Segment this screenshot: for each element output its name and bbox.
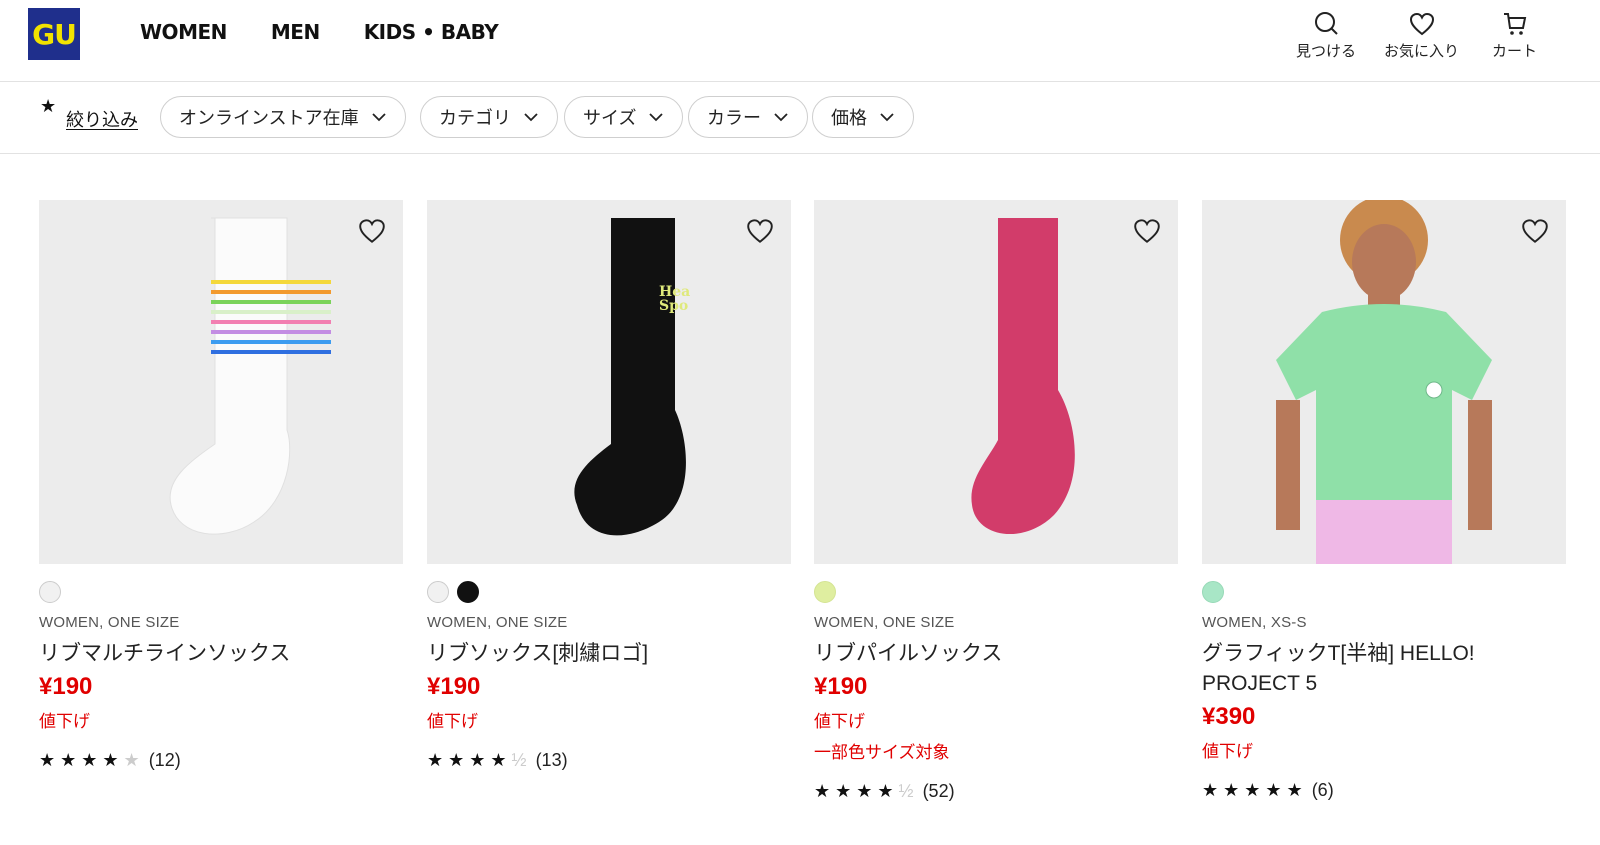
- product-meta: WOMEN, XS-S: [1202, 614, 1307, 631]
- heart-icon: [1409, 12, 1434, 36]
- star-rating-icon: ★★★★½: [427, 750, 532, 770]
- color-swatch[interactable]: [814, 581, 836, 603]
- review-count: (12): [148, 750, 181, 770]
- product-image[interactable]: Hea Spo: [427, 200, 791, 564]
- product-name[interactable]: グラフィックT[半袖] HELLO! PROJECT 5: [1202, 639, 1566, 699]
- product-rating: ★★★★★ (6): [1202, 780, 1566, 801]
- product-rating: ★★★★½ (13): [427, 750, 791, 771]
- chip-label: カテゴリ: [439, 108, 511, 128]
- filter-chip-color[interactable]: カラー: [688, 96, 808, 138]
- color-swatch[interactable]: [427, 581, 449, 603]
- chevron-down-icon: [774, 113, 788, 122]
- product-rating: ★★★★★ (12): [39, 750, 403, 771]
- chevron-down-icon: [524, 113, 538, 122]
- color-swatches: [427, 580, 791, 604]
- product-card[interactable]: Hea Spo WOMEN, ONE SIZE リブソックス[刺繍ロゴ] ¥19…: [427, 200, 791, 771]
- chevron-down-icon: [880, 113, 894, 122]
- star-rating-icon: ★★★★★: [39, 750, 145, 770]
- site-header: GU WOMEN MEN KIDS • BABY 見つける お気に入り カート: [0, 0, 1600, 82]
- search-button[interactable]: 見つける: [1296, 10, 1356, 61]
- favorite-heart-icon[interactable]: [357, 216, 387, 246]
- sock-image: Hea Spo: [574, 218, 690, 536]
- favorites-label: お気に入り: [1384, 43, 1460, 60]
- review-count: (13): [535, 750, 568, 770]
- color-swatches: [1202, 580, 1566, 604]
- product-price: ¥190: [427, 673, 481, 700]
- product-name[interactable]: リブソックス[刺繍ロゴ]: [427, 639, 791, 669]
- partial-sale-tag: 一部色サイズ対象: [814, 743, 950, 762]
- product-price: ¥190: [814, 673, 868, 700]
- product-image[interactable]: [39, 200, 403, 564]
- chip-label: 価格: [831, 108, 867, 128]
- color-swatch[interactable]: [39, 581, 61, 603]
- filter-chip-stock[interactable]: オンラインストア在庫: [160, 96, 406, 138]
- nav-men[interactable]: MEN: [271, 20, 320, 44]
- star-rating-icon: ★★★★½: [814, 781, 919, 801]
- nav-women[interactable]: WOMEN: [140, 20, 227, 44]
- svg-text:Spo: Spo: [659, 298, 688, 314]
- cart-icon: [1503, 13, 1526, 35]
- gu-logo[interactable]: GU: [28, 8, 80, 60]
- cart-label: カート: [1492, 43, 1538, 60]
- search-label: 見つける: [1296, 43, 1357, 60]
- favorite-heart-icon[interactable]: [1132, 216, 1162, 246]
- model-tshirt-image: [1276, 200, 1492, 564]
- color-swatch[interactable]: [1202, 581, 1224, 603]
- filter-link[interactable]: 絞り込み: [66, 106, 138, 132]
- product-card[interactable]: WOMEN, ONE SIZE リブマルチラインソックス ¥190 値下げ ★★…: [39, 200, 403, 771]
- chevron-down-icon: [649, 113, 664, 122]
- main-nav: WOMEN MEN KIDS • BABY: [140, 20, 542, 44]
- product-name[interactable]: リブマルチラインソックス: [39, 639, 403, 669]
- product-image[interactable]: [814, 200, 1178, 564]
- product-card[interactable]: WOMEN, XS-S グラフィックT[半袖] HELLO! PROJECT 5…: [1202, 200, 1566, 801]
- filter-bar: ★ 絞り込み オンラインストア在庫 カテゴリ サイズ カラー 価格: [0, 82, 1600, 154]
- favorites-button[interactable]: お気に入り: [1384, 10, 1459, 61]
- sock-image: [971, 218, 1075, 535]
- sale-tag: 値下げ: [814, 712, 865, 731]
- product-meta: WOMEN, ONE SIZE: [814, 614, 955, 631]
- star-icon: ★: [40, 96, 57, 116]
- sale-tag: 値下げ: [1202, 742, 1253, 761]
- sale-tag: 値下げ: [427, 712, 478, 731]
- chip-label: カラー: [707, 108, 761, 128]
- favorite-heart-icon[interactable]: [1520, 216, 1550, 246]
- product-price: ¥390: [1202, 703, 1256, 730]
- filter-chip-price[interactable]: 価格: [812, 96, 914, 138]
- chip-label: オンラインストア在庫: [179, 108, 359, 128]
- sale-tag: 値下げ: [39, 712, 90, 731]
- product-image[interactable]: [1202, 200, 1566, 564]
- color-swatches: [814, 580, 1178, 604]
- product-price: ¥190: [39, 673, 93, 700]
- filter-chip-size[interactable]: サイズ: [564, 96, 684, 138]
- search-icon: [1315, 12, 1338, 35]
- filter-chip-category[interactable]: カテゴリ: [420, 96, 558, 138]
- product-meta: WOMEN, ONE SIZE: [39, 614, 180, 631]
- product-rating: ★★★★½ (52): [814, 781, 1178, 802]
- star-rating-icon: ★★★★★: [1202, 780, 1308, 800]
- color-swatch[interactable]: [457, 581, 479, 603]
- favorite-heart-icon[interactable]: [745, 216, 775, 246]
- product-meta: WOMEN, ONE SIZE: [427, 614, 568, 631]
- product-name[interactable]: リブパイルソックス: [814, 639, 1178, 669]
- sock-image: [169, 217, 331, 535]
- color-swatches: [39, 580, 403, 604]
- review-count: (52): [922, 781, 955, 801]
- chevron-down-icon: [372, 113, 386, 122]
- cart-button[interactable]: カート: [1492, 10, 1537, 61]
- review-count: (6): [1311, 780, 1334, 800]
- nav-kids-baby[interactable]: KIDS • BABY: [364, 20, 499, 44]
- product-card[interactable]: WOMEN, ONE SIZE リブパイルソックス ¥190 値下げ 一部色サイ…: [814, 200, 1178, 802]
- chip-label: サイズ: [583, 108, 637, 128]
